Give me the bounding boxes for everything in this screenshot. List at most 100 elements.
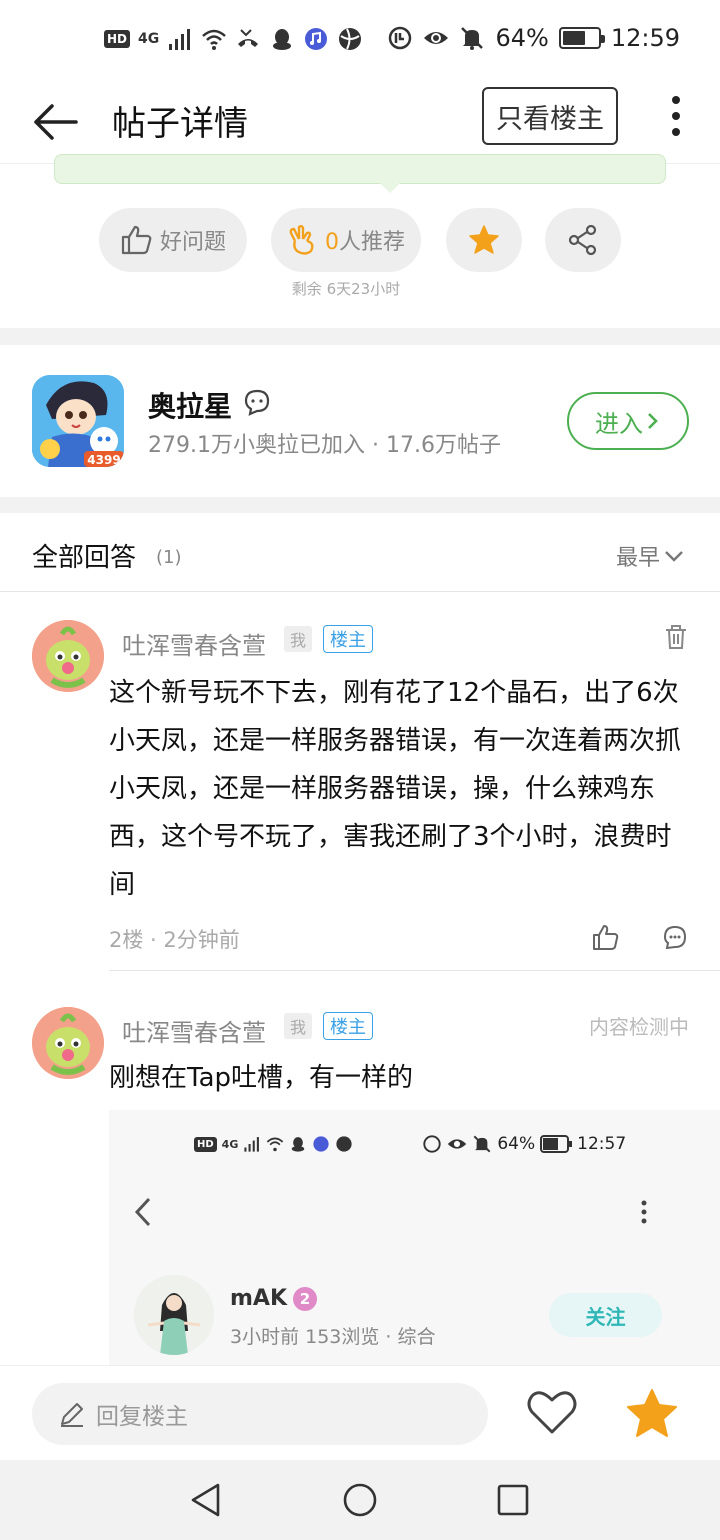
answers-header: 全部回答 (1) 最早 [0,513,720,592]
status-bar: HD 4G 64% 12:59 [0,0,720,80]
reply-username[interactable]: 吐浑雪春含萱 [122,1013,266,1048]
more-vert-icon[interactable] [660,94,692,138]
sort-label: 最早 [616,546,661,571]
host-tag: 楼主 [323,1012,373,1040]
battery-icon [558,27,605,49]
forum-icon-badge: 4399 [87,453,120,467]
eye-icon [448,1139,467,1149]
system-nav-bar [0,1460,720,1540]
reply-placeholder: 回复楼主 [96,1404,188,1430]
signal-icon [244,1137,260,1152]
reply-content: 这个新号玩不下去，刚有花了12个晶石，出了6次小天凤，还是一样服务器错误，有一次… [109,678,682,900]
nav-recents-icon[interactable] [495,1482,531,1518]
wifi-icon [202,29,227,50]
finger-heart-icon [289,225,314,255]
share-button[interactable] [545,208,621,272]
sort-dropdown[interactable]: 最早 [616,540,684,572]
status-icons-left: HD 4G [104,26,363,52]
top-nav-bar: 帖子详情 只看楼主 [0,80,720,164]
post-actions: 好问题 0人推荐 剩余 6天23小时 [0,154,720,328]
forum-stats: 279.1万小奥拉已加入 · 17.6万帖子 [148,433,501,458]
forum-logo: 4399 [32,375,124,467]
follow-button: 关注 [549,1293,662,1337]
remaining-time: 剩余 6天23小时 [291,280,401,298]
host-tag: 楼主 [323,625,373,653]
screenshot-meta: 3小时前 153浏览 · 综合 [230,1326,436,1348]
avatar [134,1275,214,1355]
data-saver-icon [389,26,412,50]
enter-forum-button[interactable]: 进入 [567,392,689,450]
tip-bubble [54,154,666,193]
favorite-star-icon[interactable] [626,1388,678,1438]
more-vert-icon [641,1200,647,1224]
nav-home-icon[interactable] [342,1482,378,1518]
screenshot-username-row: mAK 2 [230,1286,317,1311]
avatar-image [32,620,104,692]
good-question-button[interactable]: 好问题 [99,208,247,272]
network-label: 4G [138,31,160,47]
trash-icon[interactable] [664,624,688,650]
answers-title: 全部回答 [32,543,137,573]
mute-icon [473,1135,491,1153]
thumbs-up-icon [121,225,152,255]
reply-meta: 2楼 · 2分钟前 [109,928,240,952]
page-title: 帖子详情 [112,104,248,144]
reply-bar: 回复楼主 [0,1365,720,1460]
only-host-button[interactable]: 只看楼主 [482,87,618,145]
moderation-status: 内容检测中 [589,1015,689,1039]
like-icon[interactable] [592,923,620,951]
reply-username[interactable]: 吐浑雪春含萱 [122,626,266,661]
avatar-image [32,1007,104,1079]
wifi-icon [267,1137,284,1152]
game-character-image: 4399 [32,375,124,467]
avatar[interactable] [32,620,104,692]
music-icon [313,1136,329,1152]
data-saver-icon [423,1135,442,1153]
me-tag: 我 [284,626,312,652]
signal-icon [169,29,191,50]
reply-content: 刚想在Tap吐槽，有一样的 [109,1063,414,1093]
chevron-left-icon [134,1197,151,1227]
nav-back-icon[interactable] [188,1482,224,1518]
clock: 12:57 [577,1134,627,1154]
eye-icon [424,32,449,44]
chevron-right-icon [648,413,658,429]
back-arrow-icon[interactable] [32,98,80,146]
qq-icon [273,29,292,50]
attached-screenshot[interactable]: HD 4G 64% 12:57 mAK 2 3小时前 153浏览 · 综合 关注 [109,1110,720,1365]
mute-icon [461,27,484,50]
hd-icon: HD [104,30,131,48]
answers-count: (1) [156,547,182,568]
favorite-button[interactable] [446,208,522,272]
network-label: 4G [221,1137,239,1151]
clock: 12:59 [610,24,680,52]
star-icon [469,225,499,254]
avatar[interactable] [32,1007,104,1079]
forum-card[interactable]: 4399 奥拉星 279.1万小奥拉已加入 · 17.6万帖子 进入 [0,345,720,497]
recommend-button[interactable]: 0人推荐 [271,208,421,272]
comment-icon[interactable] [662,924,688,950]
music-icon [305,28,328,50]
good-question-label: 好问题 [159,230,226,255]
battery-percent: 64% [495,24,549,52]
screenshot-username: mAK [230,1286,287,1311]
forum-name: 奥拉星 [148,390,233,423]
divider [109,970,720,971]
share-icon [568,224,597,256]
hd-icon: HD [194,1136,217,1152]
browser-icon [336,1136,352,1152]
enter-label: 进入 [595,409,643,438]
missed-call-icon [238,29,259,47]
screenshot-status-bar: HD 4G 64% 12:57 [194,1134,626,1154]
pencil-icon [61,1403,83,1427]
chat-bubble-icon[interactable] [242,387,272,417]
status-icons-right: 64% 12:59 [387,24,680,52]
avatar-image [134,1275,214,1355]
browser-icon [339,28,362,50]
battery-percent: 64% [497,1134,536,1154]
heart-icon[interactable] [526,1388,578,1436]
qq-icon [292,1137,305,1152]
recommend-label: 人推荐 [338,230,405,255]
reply-input[interactable]: 回复楼主 [32,1383,488,1445]
recommend-count: 0 [324,230,339,255]
